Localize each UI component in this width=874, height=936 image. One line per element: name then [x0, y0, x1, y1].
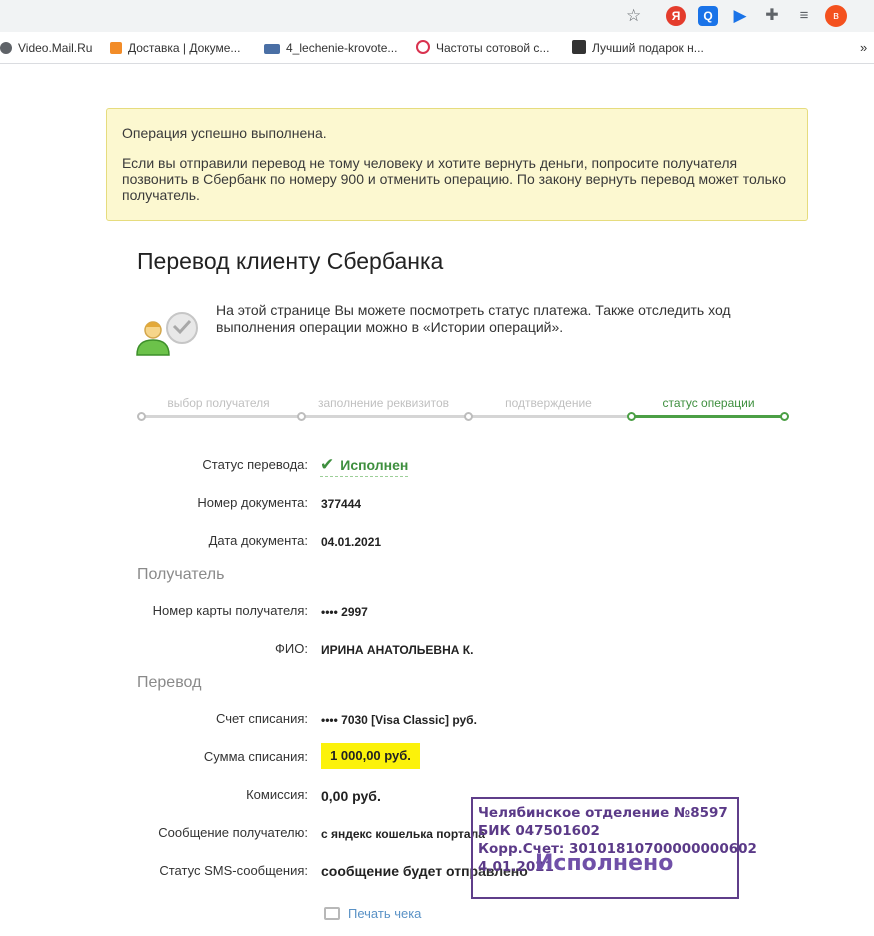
alert-title: Операция успешно выполнена.: [122, 125, 327, 141]
success-alert: Операция успешно выполнена. Если вы отпр…: [106, 108, 808, 221]
status-value[interactable]: ✔ Исполнен: [320, 455, 409, 477]
sparkle-icon: [572, 40, 586, 54]
signal-icon: [416, 40, 430, 54]
card-label: Номер карты получателя:: [152, 603, 308, 618]
amount-label: Сумма списания:: [203, 749, 308, 764]
bookmark-label: Доставка | Докуме...: [128, 41, 241, 55]
printer-icon: [324, 907, 340, 920]
amount-value: 1 000,00 руб.: [321, 743, 420, 769]
bookmark-label: Лучший подарок н...: [592, 41, 704, 55]
bookmark-label: 4_lechenie-krovote...: [286, 41, 398, 55]
step-fill-details: заполнение реквизитов: [317, 396, 449, 410]
stamp-executed: Исполнено: [535, 851, 674, 876]
step-dot: [137, 412, 146, 421]
account-label: Счет списания:: [215, 711, 308, 726]
card-value: •••• 2997: [321, 605, 368, 619]
step-operation-status: статус операции: [662, 396, 755, 410]
play-extension-icon[interactable]: ▶: [730, 6, 750, 26]
status-label: Статус перевода:: [202, 457, 308, 472]
doc-number-label: Номер документа:: [197, 495, 308, 510]
page-title: Перевод клиенту Сбербанка: [137, 248, 444, 274]
print-label: Печать чека: [348, 906, 422, 921]
browser-toolbar: ☆ Я Q ▶ ✚ ≡ в: [0, 0, 874, 32]
stepper-track: [141, 415, 631, 418]
alert-body: Если вы отправили перевод не тому челове…: [122, 155, 786, 203]
search-extension-icon[interactable]: Q: [698, 6, 718, 26]
step-dot-active: [627, 412, 636, 421]
nkf-icon: [264, 44, 280, 54]
bookmarks-bar: Video.Mail.Ru Доставка | Докуме... 4_lec…: [0, 32, 874, 64]
progress-stepper: выбор получателя заполнение реквизитов п…: [137, 392, 791, 424]
step-confirmation: подтверждение: [505, 396, 592, 410]
bookmark-star-icon[interactable]: ☆: [626, 6, 641, 26]
profile-avatar[interactable]: в: [825, 5, 847, 27]
step-dot-active: [780, 412, 789, 421]
bookmarks-overflow-icon[interactable]: »: [860, 40, 867, 55]
address-bar[interactable]: [0, 2, 655, 30]
sms-label: Статус SMS-сообщения:: [159, 863, 308, 878]
intro-text: На этой странице Вы можете посмотреть ст…: [216, 302, 731, 335]
fio-value: ИРИНА АНАТОЛЬЕВНА К.: [321, 643, 474, 657]
fee-label: Комиссия:: [246, 787, 308, 802]
stamp-bik: БИК 047501602: [478, 823, 600, 839]
doc-number-value: 377444: [321, 497, 362, 511]
bookmark-delivery[interactable]: Доставка | Докуме...: [110, 39, 240, 57]
recipient-section-title: Получатель: [137, 566, 225, 583]
stamp-branch: Челябинское отделение №8597: [478, 805, 728, 821]
message-value: с яндекс кошелька портала: [321, 827, 485, 841]
bank-stamp: Челябинское отделение №8597 БИК 04750160…: [471, 797, 757, 899]
fee-value: 0,00 руб.: [321, 788, 381, 804]
bookmark-label: Частоты сотовой с...: [436, 41, 550, 55]
step-dot: [464, 412, 473, 421]
bookmark-chastoty[interactable]: Частоты сотовой с...: [416, 39, 549, 57]
print-receipt-link[interactable]: Печать чека: [324, 906, 421, 921]
account-value: •••• 7030 [Visa Classic] руб.: [321, 713, 477, 727]
bookmark-label: Video.Mail.Ru: [18, 41, 93, 55]
fio-label: ФИО:: [275, 641, 308, 656]
bookmark-podarok[interactable]: Лучший подарок н...: [572, 39, 704, 57]
transfer-section-title: Перевод: [137, 674, 202, 691]
doc-date-label: Дата документа:: [208, 533, 308, 548]
media-control-icon[interactable]: ≡: [794, 6, 814, 26]
status-text: Исполнен: [340, 457, 409, 473]
checkmark-icon: ✔: [320, 455, 335, 474]
message-label: Сообщение получателю:: [158, 825, 308, 840]
yandex-extension-icon[interactable]: Я: [666, 6, 686, 26]
bookmark-video-mail[interactable]: Video.Mail.Ru: [0, 39, 92, 57]
globe-icon: [0, 42, 12, 54]
bookmark-lechenie[interactable]: 4_lechenie-krovote...: [264, 39, 397, 57]
client-transfer-icon: [136, 312, 198, 356]
stepper-track-active: [631, 415, 785, 418]
cart-icon: [110, 42, 122, 54]
doc-date-value: 04.01.2021: [321, 535, 382, 549]
step-dot: [297, 412, 306, 421]
step-choose-recipient: выбор получателя: [167, 396, 270, 410]
extensions-puzzle-icon[interactable]: ✚: [762, 6, 782, 26]
